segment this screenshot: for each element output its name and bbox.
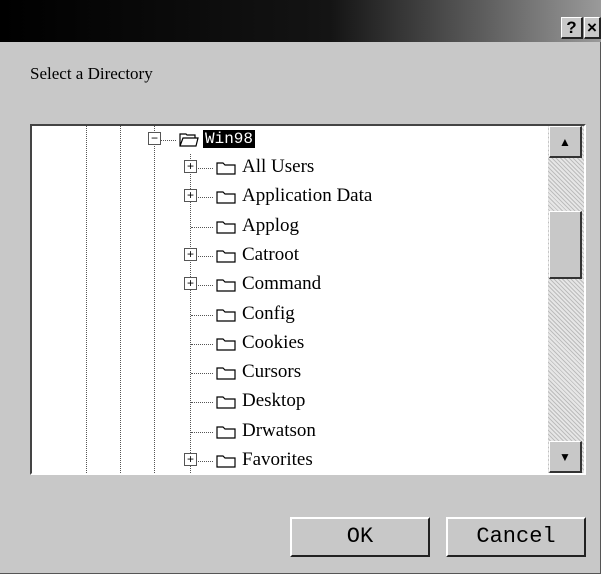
scroll-up-button[interactable]: ▲ [549, 126, 582, 158]
scroll-down-button[interactable]: ▼ [549, 441, 582, 473]
tree-row[interactable]: Cookies [32, 330, 548, 358]
folder-icon [216, 250, 236, 263]
tree-connector [191, 402, 213, 403]
tree-item-label: Cookies [242, 332, 305, 353]
tree-item-label: Catroot [242, 244, 299, 265]
tree-row[interactable]: Drwatson [32, 418, 548, 446]
tree-connector [191, 344, 213, 345]
tree-row[interactable]: Cursors [32, 359, 548, 387]
directory-tree[interactable]: − Win98 + All Users + Application Data Applo… [30, 124, 586, 475]
folder-icon [216, 191, 236, 204]
dialog-prompt: Select a Directory [30, 64, 153, 83]
open-folder-icon [179, 133, 199, 147]
vertical-scrollbar[interactable]: ▲ ▼ [548, 126, 584, 473]
title-bar: ? × [0, 0, 601, 42]
tree-item-label: Desktop [242, 390, 306, 411]
tree-item-label: Command [242, 273, 322, 294]
folder-icon [216, 309, 236, 322]
tree-row[interactable]: Desktop [32, 388, 548, 416]
tree-item-label: Application Data [242, 185, 373, 206]
tree-row-selected[interactable]: − Win98 [32, 126, 548, 154]
close-button[interactable]: × [584, 17, 601, 39]
tree-item-label-selected: Win98 [203, 130, 256, 148]
expand-icon[interactable]: + [184, 277, 197, 290]
tree-connector [191, 432, 213, 433]
tree-row[interactable]: + Catroot [32, 242, 548, 270]
expand-icon[interactable]: + [184, 248, 197, 261]
expand-icon[interactable]: + [184, 189, 197, 202]
tree-connector [160, 140, 176, 141]
cancel-button[interactable]: Cancel [446, 517, 586, 557]
select-directory-dialog: ? × Select a Directory − Win98 + All User… [0, 0, 601, 574]
collapse-icon[interactable]: − [148, 132, 161, 145]
tree-connector [191, 373, 213, 374]
tree-row[interactable]: + All Users [32, 154, 548, 182]
tree-item-label: Favorites [242, 449, 313, 470]
ok-button[interactable]: OK [290, 517, 430, 557]
tree-row[interactable]: + Favorites [32, 447, 548, 473]
folder-icon [216, 221, 236, 234]
folder-icon [216, 367, 236, 380]
tree-item-label: Cursors [242, 361, 302, 382]
folder-icon [216, 396, 236, 409]
tree-item-label: All Users [242, 156, 315, 177]
tree-connector [191, 315, 213, 316]
tree-row[interactable]: Applog [32, 213, 548, 241]
tree-item-label: Applog [242, 215, 299, 236]
tree-content: − Win98 + All Users + Application Data Applo… [32, 126, 548, 473]
expand-icon[interactable]: + [184, 160, 197, 173]
scrollbar-thumb[interactable] [549, 211, 582, 279]
folder-icon [216, 455, 236, 468]
tree-row[interactable]: + Application Data [32, 183, 548, 211]
folder-icon [216, 426, 236, 439]
folder-icon [216, 162, 236, 175]
tree-item-label: Drwatson [242, 420, 316, 441]
tree-row[interactable]: Config [32, 301, 548, 329]
tree-connector [191, 227, 213, 228]
expand-icon[interactable]: + [184, 453, 197, 466]
tree-row[interactable]: + Command [32, 271, 548, 299]
help-button[interactable]: ? [561, 17, 583, 39]
folder-icon [216, 338, 236, 351]
folder-icon [216, 279, 236, 292]
tree-item-label: Config [242, 303, 295, 324]
